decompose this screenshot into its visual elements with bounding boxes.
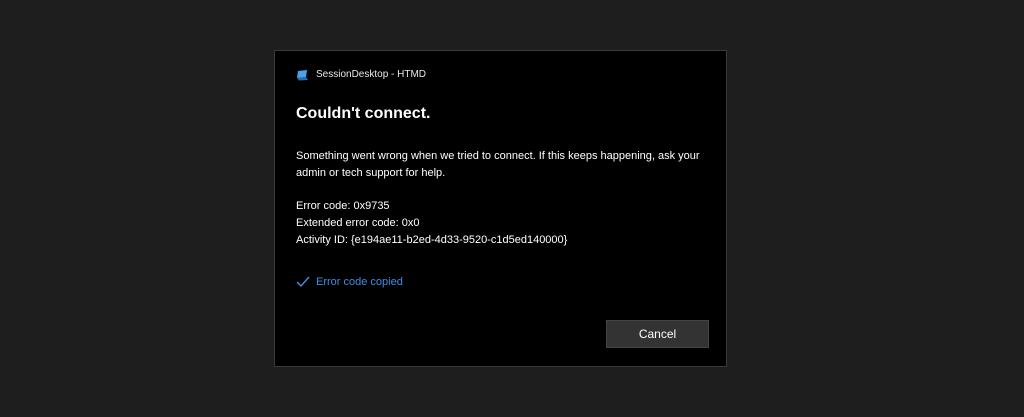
cancel-button[interactable]: Cancel [606, 320, 709, 348]
checkmark-icon [296, 276, 310, 288]
dialog-titlebar: SessionDesktop - HTMD [296, 68, 427, 81]
app-title: SessionDesktop - HTMD [316, 68, 427, 80]
copied-status: Error code copied [296, 276, 403, 288]
error-code: Error code: 0x9735 [296, 200, 390, 212]
error-message: Something went wrong when we tried to co… [296, 150, 700, 179]
dialog-heading: Couldn't connect. [296, 105, 431, 122]
error-details: Error code: 0x9735 Extended error code: … [296, 198, 567, 249]
remote-desktop-icon [296, 68, 309, 81]
copied-status-label: Error code copied [316, 276, 403, 288]
activity-id: Activity ID: {e194ae11-b2ed-4d33-9520-c1… [296, 234, 568, 246]
error-dialog: SessionDesktop - HTMD Couldn't connect. … [274, 50, 727, 367]
extended-error-code: Extended error code: 0x0 [296, 217, 420, 229]
